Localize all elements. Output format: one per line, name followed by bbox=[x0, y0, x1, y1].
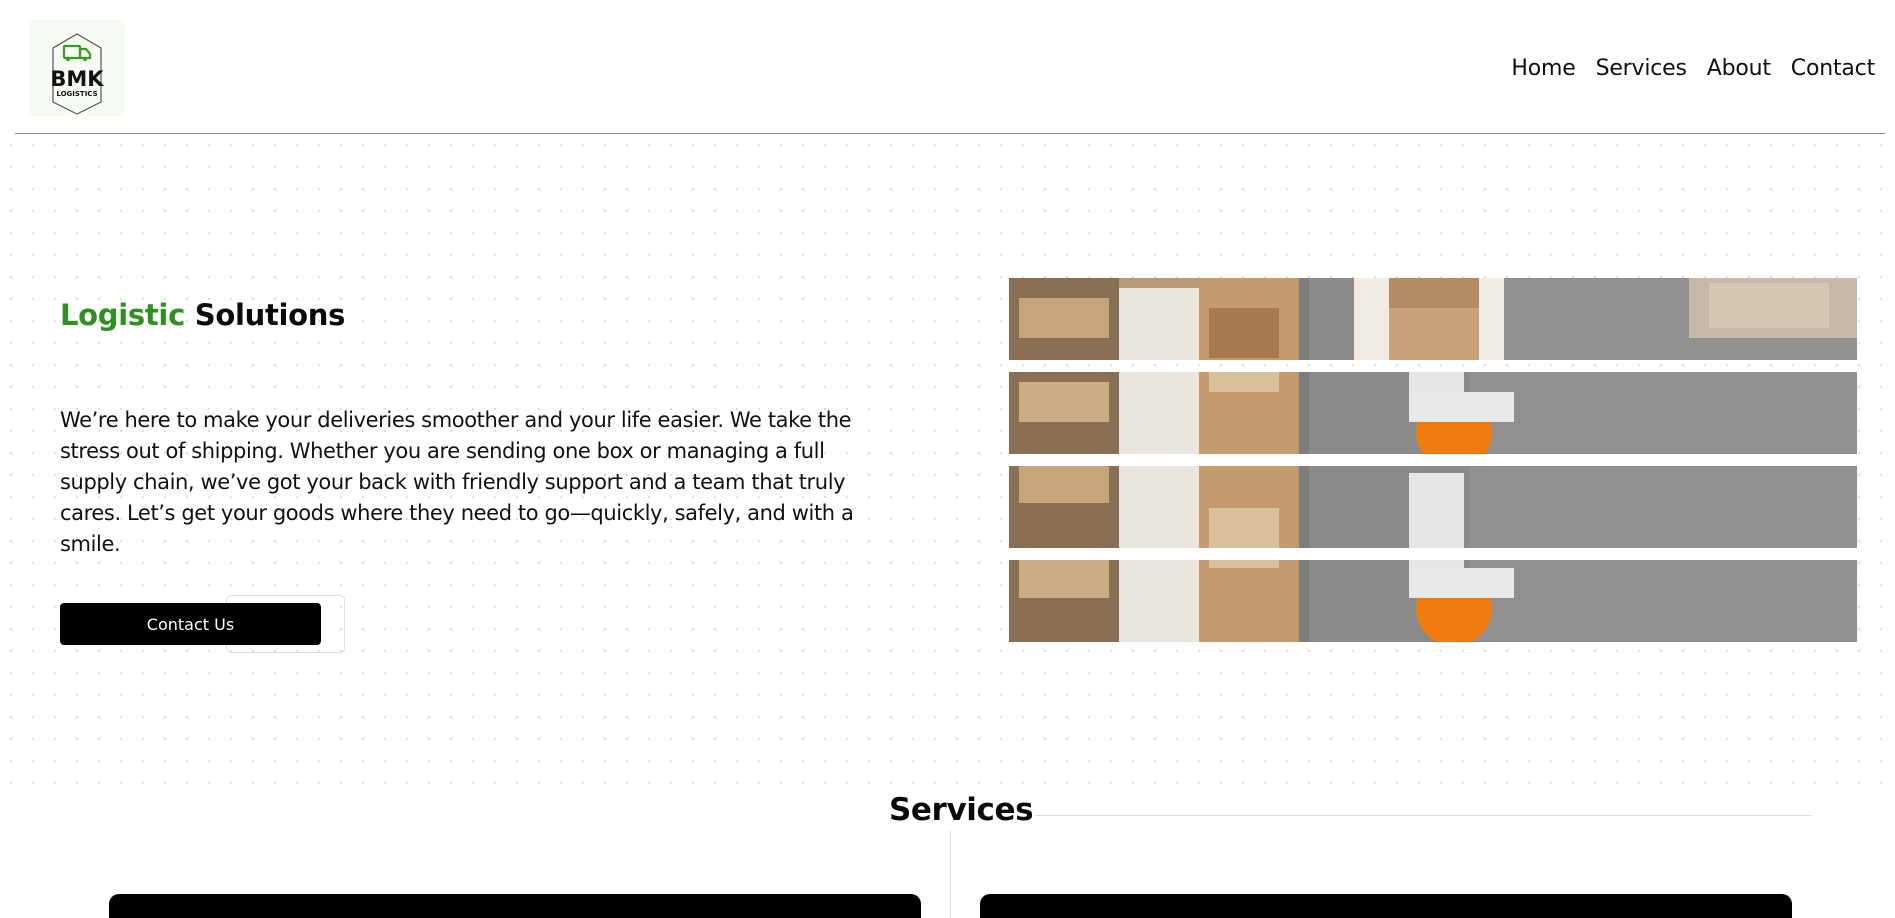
nav-about-link[interactable]: About bbox=[1707, 56, 1771, 81]
logo-subtitle: LOGISTICS bbox=[56, 90, 97, 98]
logo-wordmark: BMK bbox=[50, 67, 104, 91]
hero-image-strip bbox=[1009, 372, 1857, 454]
hero-image-strip bbox=[1009, 278, 1857, 360]
hero-title-rest: Solutions bbox=[184, 298, 346, 332]
services-heading: Services bbox=[889, 792, 1036, 828]
hero-title: Logistic Solutions bbox=[60, 298, 345, 332]
site-header: BMK LOGISTICS Home Services About Contac… bbox=[15, 0, 1885, 134]
contact-us-button[interactable]: Contact Us bbox=[60, 603, 321, 645]
service-card[interactable] bbox=[109, 894, 921, 918]
page: BMK LOGISTICS Home Services About Contac… bbox=[0, 0, 1895, 918]
brand-logo[interactable]: BMK LOGISTICS bbox=[29, 20, 125, 116]
service-card[interactable] bbox=[980, 894, 1792, 918]
contact-button-group: Contact Us bbox=[60, 595, 345, 653]
hero-image bbox=[1009, 278, 1857, 642]
services-heading-rule bbox=[1010, 815, 1812, 816]
nav-contact-link[interactable]: Contact bbox=[1791, 56, 1875, 81]
hero-image-strip bbox=[1009, 466, 1857, 548]
hero-image-strip bbox=[1009, 560, 1857, 642]
truck-icon: BMK LOGISTICS bbox=[50, 33, 104, 115]
hero-description: We’re here to make your deliveries smoot… bbox=[60, 408, 854, 556]
nav-home-link[interactable]: Home bbox=[1511, 56, 1575, 81]
nav-services-link[interactable]: Services bbox=[1596, 56, 1687, 81]
hero-title-accent: Logistic bbox=[60, 298, 185, 332]
services-column-divider bbox=[950, 830, 951, 918]
main-nav: Home Services About Contact bbox=[1511, 56, 1875, 81]
